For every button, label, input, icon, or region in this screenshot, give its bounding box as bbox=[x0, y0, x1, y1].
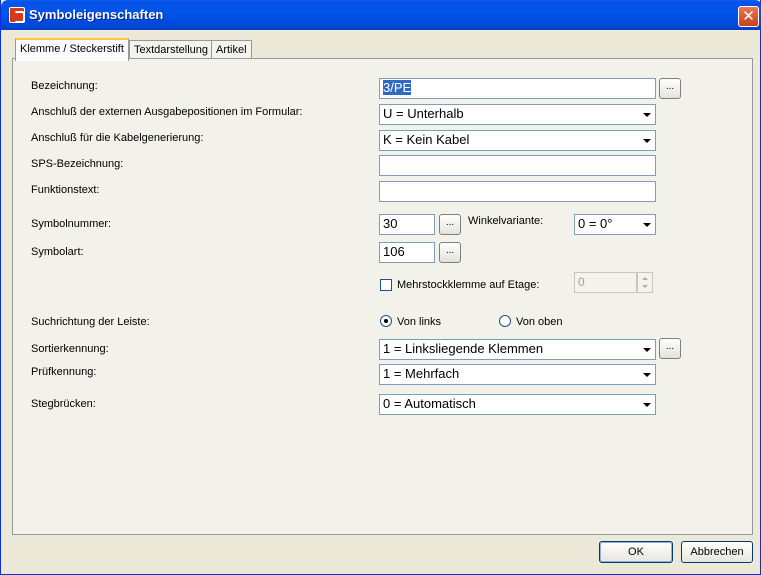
pruefkennung-value: 1 = Mehrfach bbox=[383, 366, 460, 381]
radio-von-links[interactable] bbox=[380, 315, 392, 327]
chevron-down-icon[interactable] bbox=[639, 341, 654, 358]
ok-button[interactable]: OK bbox=[599, 541, 673, 563]
sps-label: SPS-Bezeichnung: bbox=[31, 158, 124, 170]
etage-input: 0 bbox=[574, 272, 637, 293]
radio-von-oben[interactable] bbox=[499, 315, 511, 327]
tab-klemme-steckerstift[interactable]: Klemme / Steckerstift bbox=[15, 38, 129, 61]
app-icon bbox=[9, 7, 25, 23]
bezeichnung-label: Bezeichnung: bbox=[31, 80, 98, 92]
cancel-button[interactable]: Abbrechen bbox=[681, 541, 753, 563]
sortierkennung-value: 1 = Linksliegende Klemmen bbox=[383, 341, 544, 356]
symbolart-label: Symbolart: bbox=[31, 246, 84, 258]
anschluss-ausgabe-select[interactable]: U = Unterhalb bbox=[379, 104, 656, 125]
anschluss-ausgabe-value: U = Unterhalb bbox=[383, 106, 464, 121]
chevron-down-icon[interactable] bbox=[639, 106, 654, 123]
symbolart-input[interactable]: 106 bbox=[379, 242, 435, 263]
chevron-down-icon[interactable] bbox=[639, 396, 654, 413]
bezeichnung-value: 3/PE bbox=[383, 80, 412, 95]
symbolnummer-label: Symbolnummer: bbox=[31, 218, 112, 230]
stegbruecken-value: 0 = Automatisch bbox=[383, 396, 476, 411]
anschluss-kabel-value: K = Kein Kabel bbox=[383, 132, 470, 147]
chevron-down-icon[interactable] bbox=[639, 216, 654, 233]
anschluss-ausgabe-label: Anschluß der externen Ausgabepositionen … bbox=[31, 106, 303, 118]
funktionstext-input[interactable] bbox=[379, 181, 656, 202]
bezeichnung-browse-button[interactable]: ... bbox=[659, 78, 681, 99]
symbolnummer-input[interactable]: 30 bbox=[379, 214, 435, 235]
winkelvariante-select[interactable]: 0 = 0° bbox=[574, 214, 656, 235]
von-oben-label: Von oben bbox=[516, 316, 563, 328]
chevron-down-icon[interactable] bbox=[639, 132, 654, 149]
mehrstock-label: Mehrstockklemme auf Etage: bbox=[397, 279, 540, 291]
window-title: Symboleigenschaften bbox=[29, 7, 164, 22]
sortierkennung-select[interactable]: 1 = Linksliegende Klemmen bbox=[379, 339, 656, 360]
anschluss-kabel-select[interactable]: K = Kein Kabel bbox=[379, 130, 656, 151]
tab-artikel[interactable]: Artikel bbox=[211, 40, 252, 60]
von-links-label: Von links bbox=[397, 316, 442, 328]
chevron-down-icon[interactable] bbox=[639, 366, 654, 383]
close-button[interactable]: ✕ bbox=[738, 6, 759, 27]
stegbruecken-select[interactable]: 0 = Automatisch bbox=[379, 394, 656, 415]
stegbruecken-label: Stegbrücken: bbox=[31, 398, 96, 410]
funktionstext-label: Funktionstext: bbox=[31, 184, 100, 196]
sortierkennung-label: Sortierkennung: bbox=[31, 343, 109, 355]
etage-spinner bbox=[637, 272, 653, 293]
pruefkennung-select[interactable]: 1 = Mehrfach bbox=[379, 364, 656, 385]
suchrichtung-label: Suchrichtung der Leiste: bbox=[31, 316, 150, 328]
tab-textdarstellung[interactable]: Textdarstellung bbox=[129, 40, 213, 60]
title-bar[interactable]: Symboleigenschaften ✕ bbox=[1, 0, 761, 30]
bezeichnung-input[interactable]: 3/PE bbox=[379, 78, 656, 99]
mehrstock-checkbox[interactable] bbox=[380, 279, 392, 291]
sps-input[interactable] bbox=[379, 155, 656, 176]
symbolart-browse-button[interactable]: ... bbox=[439, 242, 461, 263]
winkelvariante-label: Winkelvariante: bbox=[468, 215, 544, 227]
dialog-window: Symboleigenschaften ✕ Klemme / Steckerst… bbox=[0, 0, 761, 575]
pruefkennung-label: Prüfkennung: bbox=[31, 366, 97, 378]
symbolnummer-browse-button[interactable]: ... bbox=[439, 214, 461, 235]
anschluss-kabel-label: Anschluß für die Kabelgenerierung: bbox=[31, 132, 204, 144]
winkelvariante-value: 0 = 0° bbox=[578, 216, 613, 231]
sortierkennung-browse-button[interactable]: ... bbox=[659, 338, 681, 359]
